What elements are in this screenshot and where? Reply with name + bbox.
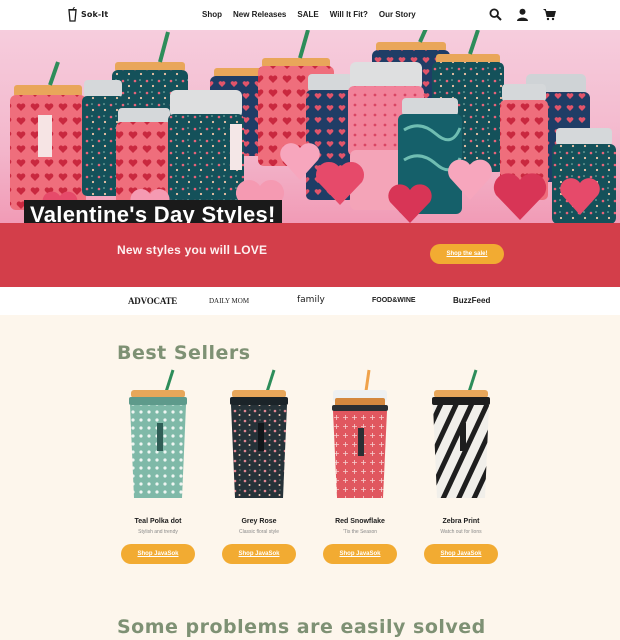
product-name: Zebra Print <box>442 518 480 525</box>
nav-our-story[interactable]: Our Story <box>379 10 416 19</box>
cart-icon[interactable] <box>543 8 556 21</box>
press-logo-food-wine: FOOD&WINE <box>372 297 416 304</box>
hero-title: Valentine's Day Styles! <box>24 200 282 223</box>
product-card[interactable]: Red Snowflake 'Tis the Season Shop JavaS… <box>319 368 401 564</box>
product-name: Teal Polka dot <box>134 518 182 525</box>
press-logo-buzzfeed: BuzzFeed <box>453 296 491 305</box>
brand-logo[interactable]: Sok-It <box>68 7 108 22</box>
hero-banner[interactable]: Valentine's Day Styles! <box>0 30 620 223</box>
best-sellers-title: Best Sellers <box>117 342 251 364</box>
shop-javasok-button[interactable]: Shop JavaSok <box>222 544 296 564</box>
site-header: Sok-It Shop New Releases SALE Will It Fi… <box>0 0 620 30</box>
product-desc: Watch out for lions <box>440 529 482 535</box>
press-logo-advocate: ADVOCATE <box>128 296 178 306</box>
header-icons <box>489 8 556 21</box>
press-logo-daily-mom: DAILY MOM <box>209 297 250 305</box>
brand-name: Sok-It <box>81 10 109 19</box>
press-logo-family: family <box>297 295 325 305</box>
product-name: Grey Rose <box>241 518 277 525</box>
nav-sale[interactable]: SALE <box>297 10 318 19</box>
account-icon[interactable] <box>516 8 529 21</box>
shop-javasok-button[interactable]: Shop JavaSok <box>323 544 397 564</box>
product-card[interactable]: Grey Rose Classic floral style Shop Java… <box>218 368 300 564</box>
nav-new-releases[interactable]: New Releases <box>233 10 286 19</box>
press-logos: ADVOCATE DAILY MOM family FOOD&WINE Buzz… <box>0 287 620 315</box>
nav-shop[interactable]: Shop <box>202 10 222 19</box>
product-image-zebra-print <box>432 369 490 498</box>
product-name: Red Snowflake <box>335 518 385 525</box>
cup-logo-icon <box>68 7 77 22</box>
shop-javasok-button[interactable]: Shop JavaSok <box>121 544 195 564</box>
best-sellers-grid: Teal Polka dot Stylish and trendy Shop J… <box>0 368 620 578</box>
promo-text: New styles you will LOVE <box>117 243 268 257</box>
problems-solved-title: Some problems are easily solved <box>117 616 486 638</box>
product-desc: Classic floral style <box>238 529 279 535</box>
main-nav: Shop New Releases SALE Will It Fit? Our … <box>202 10 416 19</box>
product-image-teal-polka-dot <box>129 369 187 498</box>
product-desc: 'Tis the Season <box>342 529 378 535</box>
product-image-grey-rose <box>230 369 288 498</box>
product-image-red-snowflake <box>332 369 388 498</box>
product-card[interactable]: Zebra Print Watch out for lions Shop Jav… <box>420 368 502 564</box>
product-card[interactable]: Teal Polka dot Stylish and trendy Shop J… <box>117 368 199 564</box>
search-icon[interactable] <box>489 8 502 21</box>
promo-band: New styles you will LOVE Shop the sale! <box>0 223 620 287</box>
nav-will-it-fit[interactable]: Will It Fit? <box>330 10 368 19</box>
shop-javasok-button[interactable]: Shop JavaSok <box>424 544 498 564</box>
shop-sale-button[interactable]: Shop the sale! <box>430 244 504 264</box>
hero-image <box>10 30 616 223</box>
product-desc: Stylish and trendy <box>138 529 178 535</box>
